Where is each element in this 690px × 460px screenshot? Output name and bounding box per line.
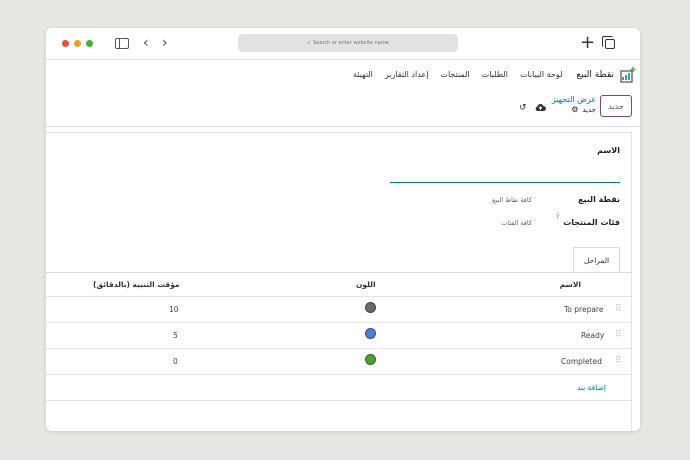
timer-value[interactable]: 10: [169, 305, 179, 314]
name-input[interactable]: [390, 182, 620, 183]
menu-item-orders[interactable]: الطلبات: [482, 70, 508, 79]
categories-label: فئات المنتجات: [563, 218, 620, 227]
add-line-link[interactable]: إضافة بند: [577, 383, 606, 392]
menu-item-reporting[interactable]: إعداد التقارير: [385, 70, 429, 79]
menu-item-configuration[interactable]: التهيئة: [353, 70, 373, 79]
new-button[interactable]: جديد: [600, 95, 632, 117]
table-divider: [46, 374, 631, 375]
timer-value[interactable]: 5: [173, 331, 178, 340]
drag-handle-icon[interactable]: ⠿: [615, 305, 622, 314]
column-header-color[interactable]: اللون: [356, 280, 376, 289]
search-icon: ⌕: [307, 40, 311, 46]
sidebar-toggle-icon[interactable]: [115, 38, 129, 49]
minimize-window-button[interactable]: [74, 40, 81, 47]
tab-overview-icon[interactable]: [602, 36, 615, 49]
column-header-name[interactable]: الاسم: [560, 280, 581, 289]
table-divider: [46, 322, 631, 323]
name-label: الاسم: [597, 146, 620, 155]
gear-icon[interactable]: ⚙: [571, 105, 578, 115]
control-panel: جديد عرض التجهيز جديد ⚙ ↺: [46, 89, 640, 127]
table-divider: [46, 296, 631, 297]
form-sheet: الاسم نقطة البيع كافة نقاط البيع فئات ال…: [46, 132, 632, 431]
table-divider: [46, 348, 631, 349]
browser-window: ‹ › ⌕ Search or enter website name + نقط…: [46, 28, 640, 431]
app-navbar: نقطة البيع لوحة البيانات الطلبات المنتجا…: [46, 60, 640, 89]
stage-name[interactable]: To prepare: [564, 305, 603, 314]
pos-label: نقطة البيع: [578, 195, 620, 204]
breadcrumb: عرض التجهيز جديد ⚙: [552, 95, 596, 115]
save-cloud-icon[interactable]: [535, 103, 546, 115]
drag-handle-icon[interactable]: ⠿: [615, 357, 622, 366]
close-window-button[interactable]: [62, 40, 69, 47]
app-title[interactable]: نقطة البيع: [576, 70, 614, 80]
stage-name[interactable]: Ready: [581, 331, 604, 340]
timer-value[interactable]: 0: [173, 357, 178, 366]
menu-item-products[interactable]: المنتجات: [440, 70, 469, 79]
column-header-timer[interactable]: مؤقت التنبيه (بالدقائق): [93, 280, 180, 289]
browser-toolbar: ‹ › ⌕ Search or enter website name +: [46, 28, 640, 60]
pos-app-icon[interactable]: [620, 66, 636, 83]
discard-icon[interactable]: ↺: [519, 103, 527, 113]
categories-value[interactable]: كافة الفئات: [501, 219, 532, 227]
address-bar[interactable]: ⌕ Search or enter website name: [238, 34, 458, 52]
stage-name[interactable]: Completed: [561, 357, 602, 366]
pos-value[interactable]: كافة نقاط البيع: [492, 196, 532, 204]
color-swatch[interactable]: [365, 328, 376, 339]
color-swatch[interactable]: [365, 354, 376, 365]
record-state: جديد: [582, 106, 596, 114]
forward-icon[interactable]: ›: [162, 35, 168, 51]
back-icon[interactable]: ‹: [143, 35, 149, 51]
tab-stages[interactable]: المراحل: [573, 247, 620, 273]
table-divider: [46, 400, 631, 401]
menu-item-dashboard[interactable]: لوحة البيانات: [520, 70, 562, 79]
address-bar-placeholder: Search or enter website name: [313, 40, 389, 46]
breadcrumb-link[interactable]: عرض التجهيز: [552, 95, 596, 105]
help-icon[interactable]: ?: [556, 214, 559, 221]
drag-handle-icon[interactable]: ⠿: [615, 331, 622, 340]
maximize-window-button[interactable]: [86, 40, 93, 47]
main-menu: لوحة البيانات الطلبات المنتجات إعداد الت…: [353, 70, 562, 79]
new-tab-icon[interactable]: +: [580, 33, 595, 53]
tab-divider: [46, 272, 631, 273]
color-swatch[interactable]: [365, 302, 376, 313]
